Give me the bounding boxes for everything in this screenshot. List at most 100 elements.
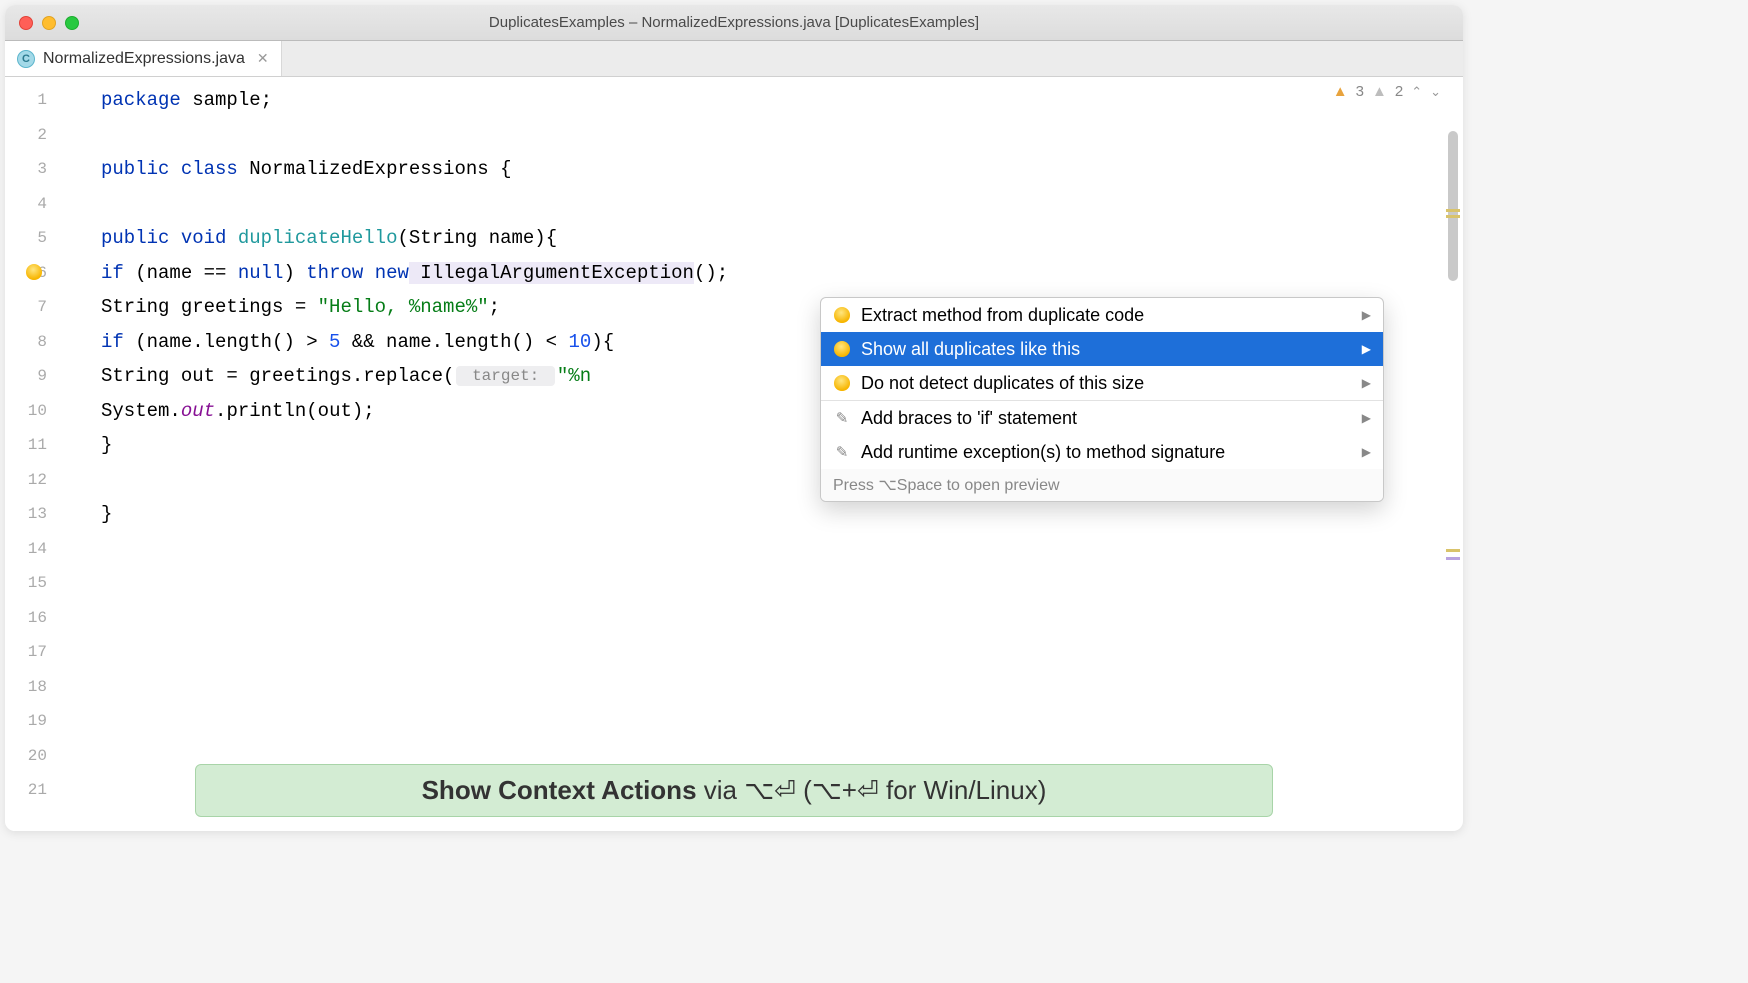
line-number: 19: [5, 704, 77, 739]
prev-highlight-icon[interactable]: ⌃: [1411, 84, 1422, 100]
fold-gutter: [77, 77, 101, 831]
submenu-arrow-icon: ▶: [1362, 342, 1371, 356]
weak-warning-icon: ▲: [1372, 83, 1387, 100]
code-text: ;: [489, 296, 500, 318]
exception-class: IllegalArgumentException: [409, 262, 694, 284]
keyword: void: [181, 227, 227, 249]
scroll-mark-warning[interactable]: [1446, 209, 1460, 212]
menu-item-ignore-size[interactable]: Do not detect duplicates of this size ▶: [821, 366, 1383, 400]
window-controls: [19, 16, 79, 30]
warning-count: 3: [1356, 83, 1364, 100]
code-text: String greetings =: [101, 296, 318, 318]
line-number: 3: [5, 152, 77, 187]
code-text: ();: [694, 262, 728, 284]
method-name: duplicateHello: [238, 227, 398, 249]
next-highlight-icon[interactable]: ⌄: [1430, 84, 1441, 100]
line-number: 10: [5, 394, 77, 429]
window-title: DuplicatesExamples – NormalizedExpressio…: [489, 14, 979, 31]
pencil-icon: ✎: [833, 443, 851, 461]
code-text: [363, 262, 374, 284]
bulb-icon: [833, 375, 851, 391]
tab-normalized-expressions[interactable]: C NormalizedExpressions.java ✕: [5, 41, 282, 76]
menu-item-show-duplicates[interactable]: Show all duplicates like this ▶: [821, 332, 1383, 366]
line-number: 12: [5, 463, 77, 498]
code-text: System.: [101, 400, 181, 422]
menu-item-extract-method[interactable]: Extract method from duplicate code ▶: [821, 298, 1383, 332]
line-number: 18: [5, 670, 77, 705]
field-ref: out: [181, 400, 215, 422]
line-number: 9: [5, 359, 77, 394]
line-number: 17: [5, 635, 77, 670]
minimize-window-button[interactable]: [42, 16, 56, 30]
line-number: 21: [5, 773, 77, 808]
code-text: (name.length() >: [124, 331, 329, 353]
hint-bold: Show Context Actions: [422, 775, 697, 805]
tab-label: NormalizedExpressions.java: [43, 50, 245, 68]
line-number-gutter: 1 2 3 4 5 6 7 8 9 10 11 12 13 14 15 16 1…: [5, 77, 77, 831]
close-tab-icon[interactable]: ✕: [257, 50, 269, 67]
line-number: 14: [5, 532, 77, 567]
close-window-button[interactable]: [19, 16, 33, 30]
code-text: (String name){: [397, 227, 557, 249]
line-number: 5: [5, 221, 77, 256]
keyword: if: [101, 262, 124, 284]
code-text: {: [489, 158, 512, 180]
hint-text: via ⌥⏎ (⌥+⏎ for Win/Linux): [697, 775, 1047, 805]
code-text: ){: [591, 331, 614, 353]
string-literal: "%n: [557, 365, 591, 387]
code-text: }: [101, 434, 112, 456]
editor-tabs: C NormalizedExpressions.java ✕: [5, 41, 1463, 77]
menu-label: Extract method from duplicate code: [861, 305, 1144, 326]
keyword: class: [181, 158, 238, 180]
menu-footer-hint: Press ⌥Space to open preview: [821, 469, 1383, 501]
line-number: 2: [5, 118, 77, 153]
line-number: 1: [5, 83, 77, 118]
intention-bulb-icon[interactable]: [26, 264, 44, 282]
line-number: 15: [5, 566, 77, 601]
editor-scrollbar[interactable]: [1446, 79, 1460, 827]
code-text: && name.length() <: [340, 331, 568, 353]
keyword: throw: [306, 262, 363, 284]
bulb-icon: [833, 307, 851, 323]
scroll-mark-warning[interactable]: [1446, 549, 1460, 552]
line-number: 20: [5, 739, 77, 774]
code-text: .println(out);: [215, 400, 375, 422]
submenu-arrow-icon: ▶: [1362, 445, 1371, 459]
tutorial-hint-banner: Show Context Actions via ⌥⏎ (⌥+⏎ for Win…: [195, 764, 1273, 817]
submenu-arrow-icon: ▶: [1362, 411, 1371, 425]
zoom-window-button[interactable]: [65, 16, 79, 30]
line-number: 13: [5, 497, 77, 532]
intention-actions-menu: Extract method from duplicate code ▶ Sho…: [820, 297, 1384, 502]
menu-item-add-braces[interactable]: ✎ Add braces to 'if' statement ▶: [821, 401, 1383, 435]
code-text: sample;: [181, 89, 272, 111]
line-number: 8: [5, 325, 77, 360]
code-text: }: [101, 503, 112, 525]
string-literal: "Hello, %name%": [318, 296, 489, 318]
number: 5: [329, 331, 340, 353]
warning-icon: ▲: [1333, 83, 1348, 100]
code-text: ): [283, 262, 306, 284]
scroll-thumb[interactable]: [1448, 131, 1458, 281]
menu-label: Add braces to 'if' statement: [861, 408, 1077, 429]
inspection-indicators[interactable]: ▲3 ▲2 ⌃ ⌄: [1333, 83, 1441, 100]
submenu-arrow-icon: ▶: [1362, 308, 1371, 322]
line-number: 16: [5, 601, 77, 636]
keyword: package: [101, 89, 181, 111]
pencil-icon: ✎: [833, 409, 851, 427]
line-number: 4: [5, 187, 77, 222]
menu-label: Add runtime exception(s) to method signa…: [861, 442, 1225, 463]
menu-label: Show all duplicates like this: [861, 339, 1080, 360]
class-name: NormalizedExpressions: [249, 158, 488, 180]
scroll-mark-info[interactable]: [1446, 557, 1460, 560]
menu-item-add-exception[interactable]: ✎ Add runtime exception(s) to method sig…: [821, 435, 1383, 469]
bulb-icon: [833, 341, 851, 357]
keyword: null: [238, 262, 284, 284]
keyword: public: [101, 227, 169, 249]
code-text: String out = greetings.replace(: [101, 365, 454, 387]
line-number: 11: [5, 428, 77, 463]
keyword: public: [101, 158, 169, 180]
keyword: if: [101, 331, 124, 353]
submenu-arrow-icon: ▶: [1362, 376, 1371, 390]
line-number: 7: [5, 290, 77, 325]
scroll-mark-warning[interactable]: [1446, 215, 1460, 218]
